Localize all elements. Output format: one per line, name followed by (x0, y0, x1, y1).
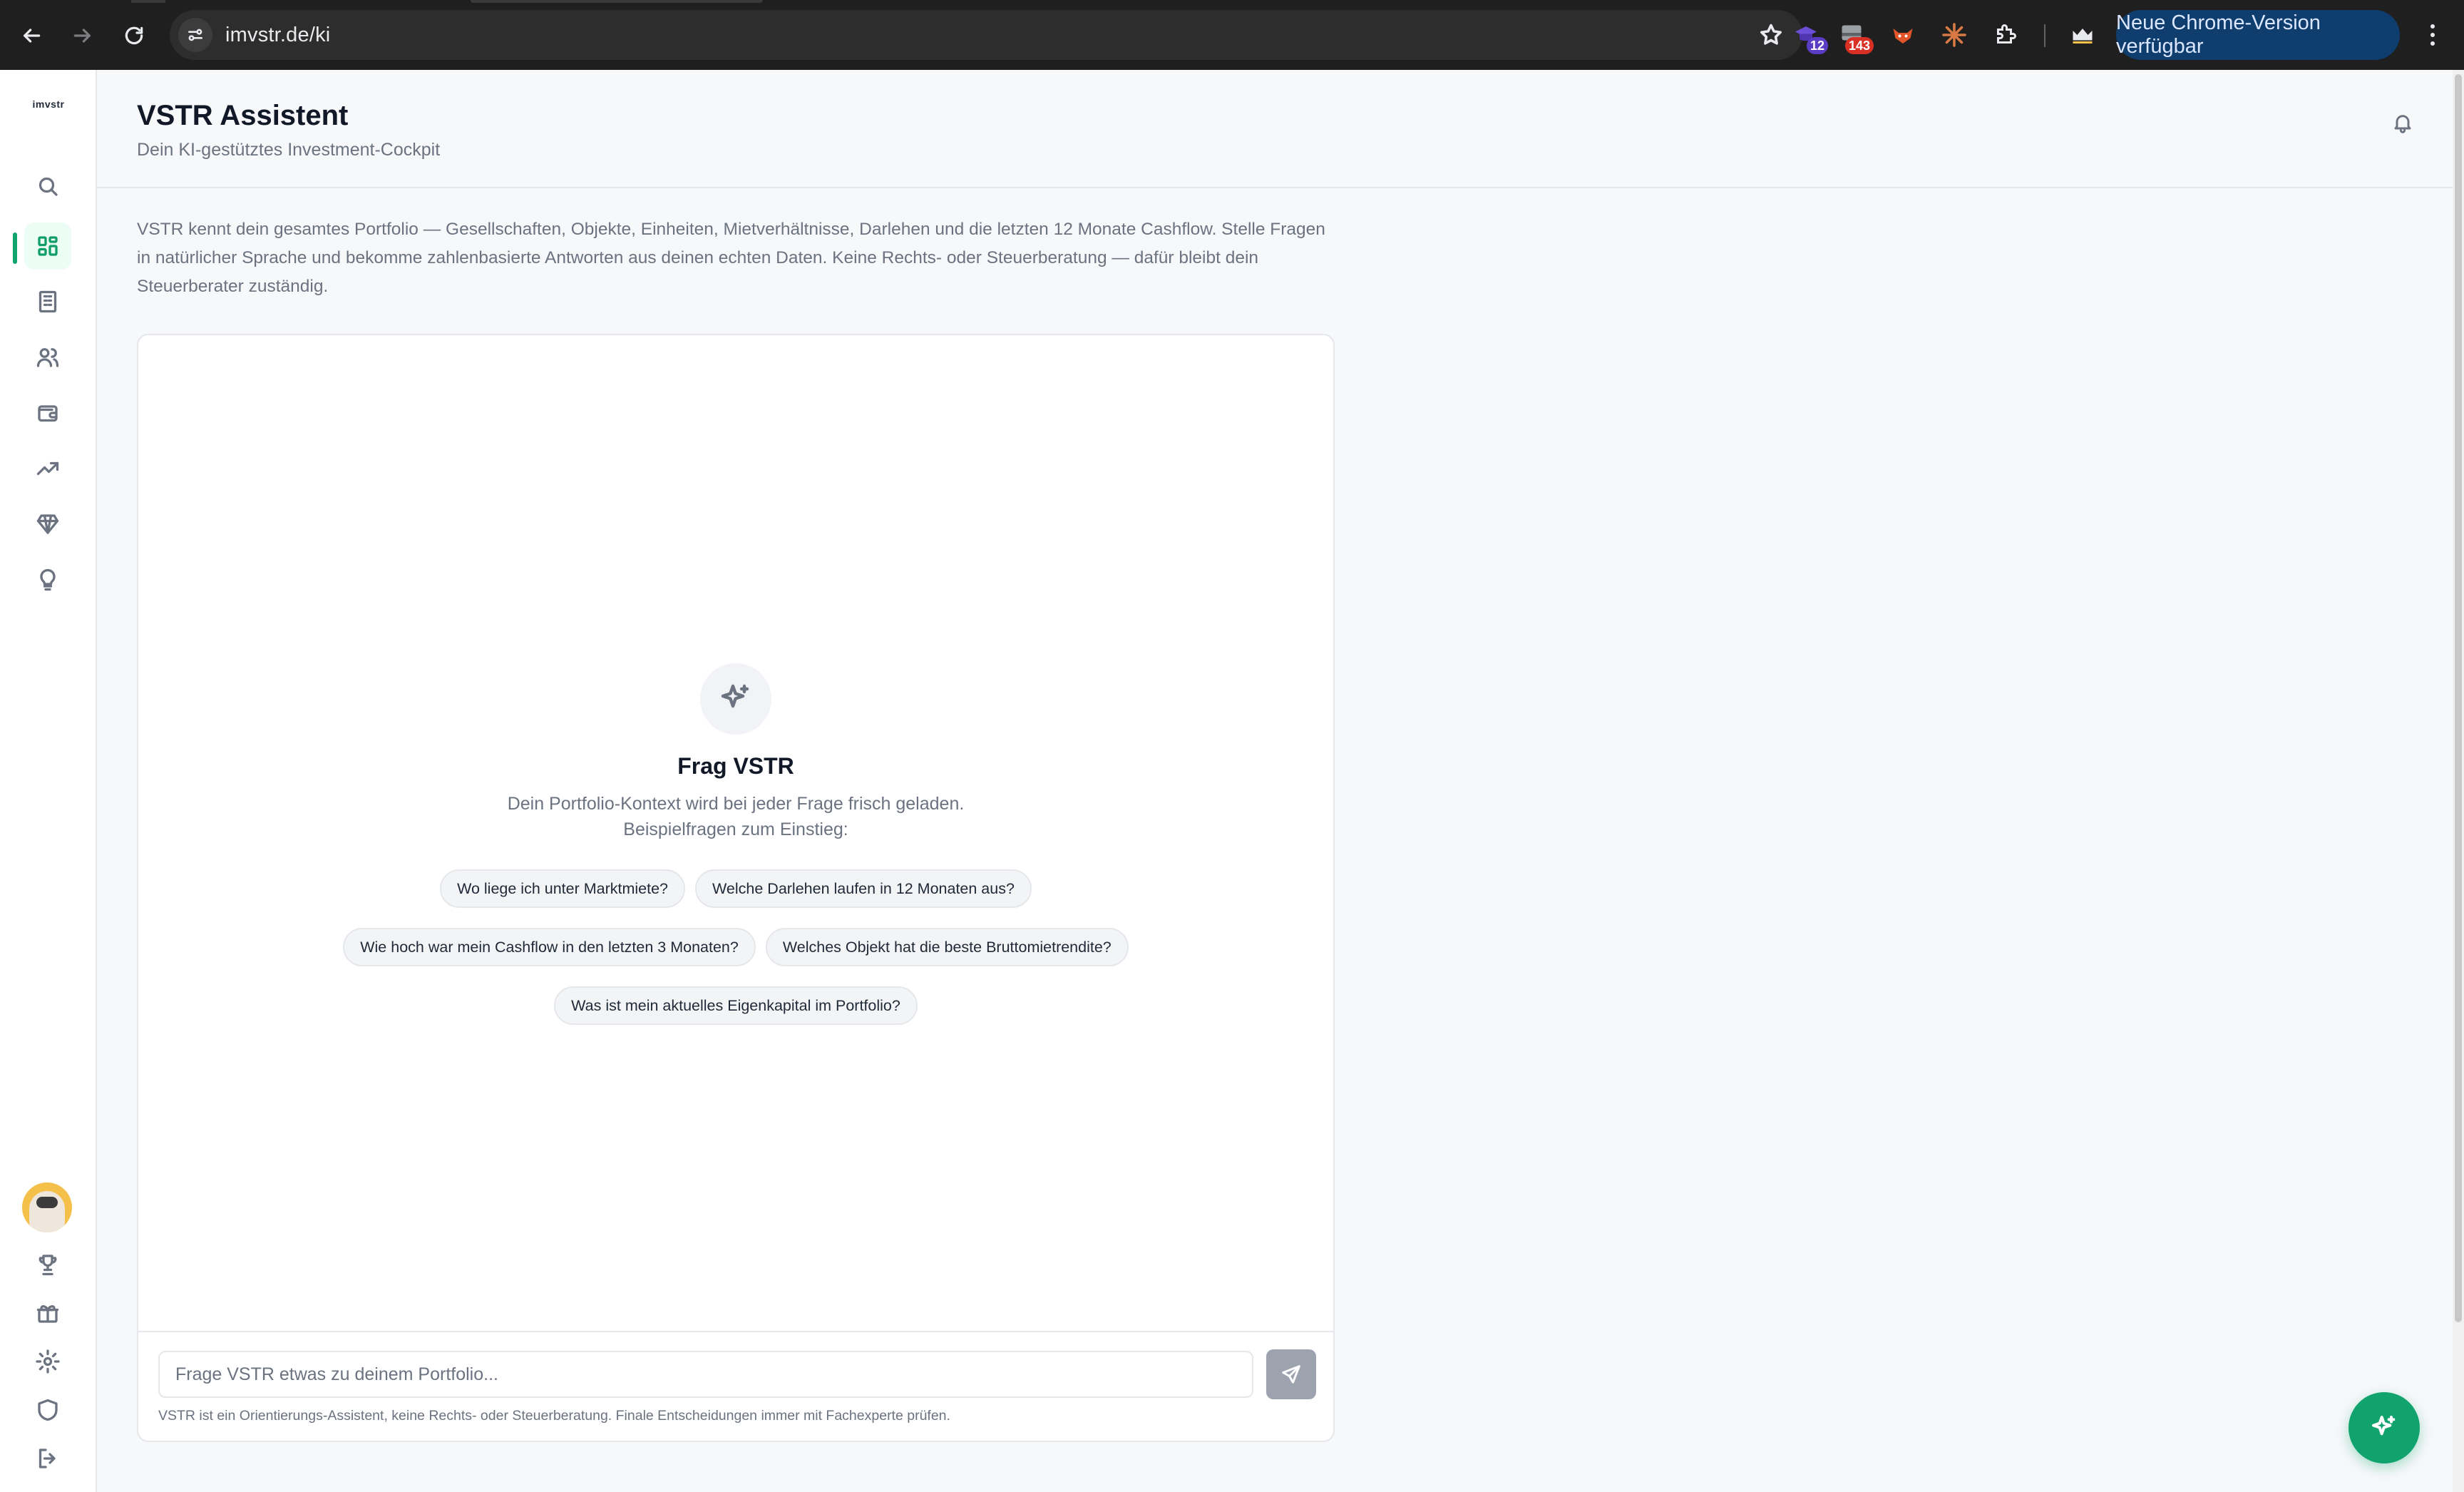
page-title: VSTR Assistent (137, 100, 349, 131)
send-icon (1282, 1365, 1300, 1384)
trending-up-icon (36, 461, 59, 476)
arrow-left-icon (24, 29, 41, 43)
fox-icon (1893, 29, 1913, 44)
empty-state-title: Frag VSTR (677, 753, 794, 779)
url-text[interactable]: imvstr.de/ki (225, 24, 330, 47)
suggestion-chip[interactable]: Wo liege ich unter Marktmiete? (440, 869, 686, 908)
suggestion-chip[interactable]: Welche Darlehen laufen in 12 Monaten aus… (695, 869, 1032, 908)
logo[interactable]: imvstr (0, 98, 97, 110)
dashboard-grid-icon (38, 236, 58, 256)
sidebar-item-settings[interactable] (24, 1338, 71, 1385)
send-button[interactable] (1266, 1349, 1316, 1399)
extension-badge: 143 (1844, 37, 1874, 54)
empty-state-description: Dein Portfolio-Kontext wird bei jeder Fr… (507, 794, 965, 839)
profile-extension-button[interactable] (2065, 17, 2100, 53)
building-icon (38, 290, 57, 313)
sidebar-item-properties[interactable] (24, 278, 71, 325)
app-shell: imvstr VSTR Assistent Dein KI-gestütztes… (0, 70, 2464, 1492)
address-bar[interactable]: imvstr.de/ki (170, 10, 1802, 60)
gear-icon (36, 1349, 60, 1374)
scrollbar-thumb[interactable] (2455, 74, 2462, 1322)
shield-icon (38, 1399, 58, 1421)
extension-fox-button[interactable] (1885, 17, 1921, 53)
intro-text: VSTR kennt dein gesamtes Portfolio — Ges… (137, 220, 1325, 296)
extensions-menu-button[interactable] (1988, 17, 2023, 53)
page-header: VSTR Assistent Dein KI-gestütztes Invest… (97, 70, 2464, 188)
sparkles-icon (2372, 1416, 2396, 1436)
sidebar-item-security[interactable] (24, 1386, 71, 1434)
logout-icon (38, 1448, 56, 1468)
sidebar-item-dashboard[interactable] (24, 223, 71, 270)
tab-indicator (131, 0, 165, 3)
toolbar-separator (2044, 24, 2045, 47)
lightbulb-icon (40, 568, 56, 591)
arrow-right-icon (73, 29, 91, 43)
extension-purple-button[interactable]: 12 (1788, 17, 1828, 54)
sidebar-item-logout[interactable] (24, 1435, 71, 1482)
forward-button[interactable] (63, 16, 103, 56)
reload-icon (125, 26, 143, 45)
suggestion-chip[interactable]: Was ist mein aktuelles Eigenkapital im P… (554, 986, 918, 1025)
tab-indicator-active (471, 0, 763, 3)
diamond-icon (36, 514, 59, 534)
sidebar-item-analytics[interactable] (24, 445, 71, 492)
chat-empty-state: Frag VSTR Dein Portfolio-Kontext wird be… (138, 663, 1333, 1025)
chrome-update-button[interactable]: Neue Chrome-Version verfügbar (2116, 10, 2400, 60)
gift-icon (36, 1305, 59, 1323)
trophy-icon (38, 1255, 57, 1276)
sidebar-item-finance[interactable] (24, 389, 71, 436)
crown-icon (2073, 29, 2093, 44)
users-icon (36, 348, 59, 367)
suggestion-list: Wo liege ich unter Marktmiete? Welche Da… (272, 869, 1199, 1025)
bell-icon (2394, 115, 2411, 133)
sidebar: imvstr (0, 70, 97, 1492)
sidebar-item-search[interactable] (24, 163, 71, 210)
browser-toolbar: imvstr.de/ki 12 143 Neue Chrome-Version … (0, 0, 2464, 70)
main-content: VSTR Assistent Dein KI-gestütztes Invest… (97, 70, 2464, 1492)
puzzle-icon (1997, 24, 2016, 44)
back-button[interactable] (11, 16, 51, 56)
search-icon (38, 177, 58, 196)
sidebar-item-ideas[interactable] (24, 556, 71, 603)
chrome-menu-icon[interactable] (2418, 19, 2447, 51)
chat-panel: Frag VSTR Dein Portfolio-Kontext wird be… (137, 334, 1335, 1442)
bookmark-star-icon[interactable] (1758, 22, 1784, 48)
extension-sunburst-button[interactable] (1936, 17, 1972, 53)
composer-divider (138, 1331, 1333, 1332)
chat-input[interactable] (158, 1351, 1253, 1398)
assistant-fab-button[interactable] (2348, 1392, 2420, 1463)
chat-disclaimer: VSTR ist ein Orientierungs-Assistent, ke… (158, 1408, 950, 1424)
active-indicator (13, 233, 17, 264)
suggestion-chip[interactable]: Wie hoch war mein Cashflow in den letzte… (343, 928, 756, 966)
sidebar-item-achievements[interactable] (24, 1241, 71, 1288)
extension-badge: 12 (1806, 37, 1828, 54)
sparkles-icon (721, 684, 749, 708)
page-subtitle: Dein KI-gestütztes Investment-Cockpit (137, 140, 441, 160)
avatar[interactable] (22, 1182, 72, 1232)
sidebar-item-tenants[interactable] (24, 334, 71, 381)
notifications-button[interactable] (2391, 111, 2420, 140)
sidebar-item-referral[interactable] (24, 1289, 71, 1337)
sunburst-icon (1942, 23, 1966, 47)
extension-red-button[interactable]: 143 (1834, 17, 1874, 54)
site-settings-icon[interactable] (178, 18, 212, 52)
page-scrollbar[interactable] (2453, 70, 2464, 1492)
sidebar-item-premium[interactable] (24, 501, 71, 548)
wallet-icon (38, 405, 58, 422)
sparkle-badge (700, 663, 771, 735)
suggestion-chip[interactable]: Welches Objekt hat die beste Bruttomietr… (765, 928, 1129, 966)
reload-button[interactable] (114, 16, 154, 56)
